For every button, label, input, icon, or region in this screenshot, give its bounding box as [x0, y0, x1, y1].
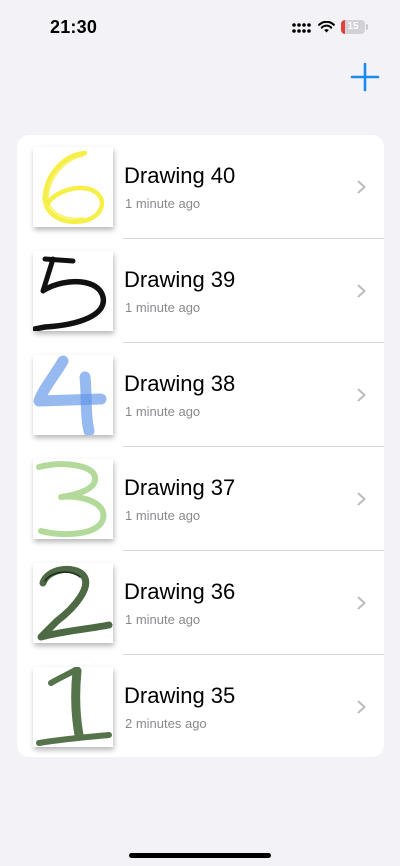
drawing-title: Drawing 35 — [124, 683, 236, 708]
wifi-icon — [318, 21, 335, 33]
signal-icon — [292, 23, 311, 33]
drawing-modified-time: 2 minutes ago — [125, 716, 207, 731]
thumbnail-six-sketch — [42, 150, 105, 225]
drawing-title: Drawing 39 — [124, 267, 236, 292]
drawing-row-40[interactable]: Drawing 40 1 minute ago — [17, 135, 384, 239]
thumbnail-five-sketch — [33, 256, 107, 331]
add-drawing-button[interactable] — [350, 62, 380, 92]
chevron-right-icon — [357, 596, 366, 610]
drawing-row-36[interactable]: Drawing 36 1 minute ago — [17, 551, 384, 655]
drawing-thumbnail — [33, 355, 113, 435]
plus-icon — [350, 62, 380, 92]
drawing-modified-time: 1 minute ago — [125, 404, 201, 419]
chevron-right-icon — [357, 180, 366, 194]
chevron-right-icon — [357, 700, 366, 714]
thumbnail-one-sketch — [36, 667, 112, 746]
chevron-right-icon — [357, 388, 366, 402]
drawing-modified-time: 1 minute ago — [125, 300, 201, 315]
status-icons: 15 — [292, 20, 368, 34]
drawing-row-37[interactable]: Drawing 37 1 minute ago — [17, 447, 384, 551]
drawing-title: Drawing 36 — [124, 579, 236, 604]
drawing-title: Drawing 37 — [124, 475, 236, 500]
battery-level: 15 — [347, 21, 359, 32]
chevron-right-icon — [357, 284, 366, 298]
drawing-modified-time: 1 minute ago — [125, 612, 201, 627]
drawing-title: Drawing 40 — [124, 163, 236, 188]
thumbnail-two-sketch — [37, 565, 113, 641]
drawing-modified-time: 1 minute ago — [125, 508, 201, 523]
drawing-row-39[interactable]: Drawing 39 1 minute ago — [17, 239, 384, 343]
drawing-title: Drawing 38 — [124, 371, 236, 396]
drawing-thumbnail — [33, 251, 113, 331]
drawings-list: Drawing 40 1 minute ago Drawing 39 1 min… — [17, 135, 384, 757]
chevron-right-icon — [357, 492, 366, 506]
status-time: 21:30 — [50, 17, 98, 37]
home-indicator — [129, 853, 271, 858]
thumbnail-three-sketch — [36, 461, 107, 538]
drawing-thumbnail — [33, 563, 113, 643]
drawing-thumbnail — [33, 459, 113, 539]
drawing-thumbnail — [33, 667, 113, 747]
battery-icon: 15 — [341, 20, 368, 34]
thumbnail-four-sketch — [33, 355, 107, 435]
drawing-modified-time: 1 minute ago — [125, 196, 201, 211]
drawing-thumbnail — [33, 147, 113, 227]
drawing-row-38[interactable]: Drawing 38 1 minute ago — [17, 343, 384, 447]
drawing-row-35[interactable]: Drawing 35 2 minutes ago — [17, 655, 384, 757]
status-bar: 21:30 15 — [0, 0, 400, 58]
